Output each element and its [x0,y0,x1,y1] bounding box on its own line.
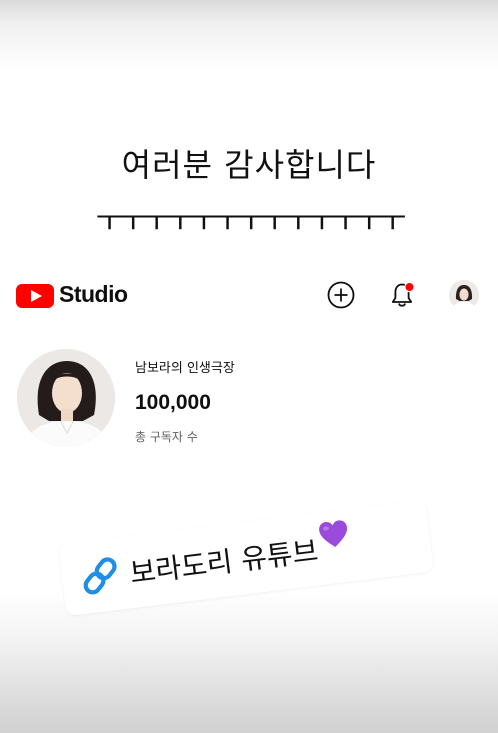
studio-header: Studio [0,270,498,320]
purple-heart-icon [319,520,348,548]
notification-dot [404,281,415,293]
studio-logo-text[interactable]: Studio [59,281,128,308]
channel-avatar [17,349,115,447]
link-icon [76,551,125,600]
caption-line-1: 여러분 감사합니다 [121,146,377,184]
link-sticker[interactable]: 보라도리 유튜브 [57,499,435,617]
channel-name: 남보라의 인생극장 [135,361,235,376]
link-sticker-text: 보라도리 유튜브 [127,520,353,592]
add-icon[interactable] [326,280,356,310]
subscriber-count-label: 총 구독자 수 [135,430,198,444]
link-sticker-label: 보라도리 유튜브 [128,534,320,591]
caption-line-2: ㅜㅜㅜㅜㅜㅜㅜㅜㅜㅜㅜㅜㅜ [95,204,407,239]
subscriber-count: 100,000 [135,391,211,414]
youtube-logo-icon[interactable] [16,284,54,308]
account-avatar[interactable] [449,280,479,310]
notification-bell-icon[interactable] [387,280,417,310]
